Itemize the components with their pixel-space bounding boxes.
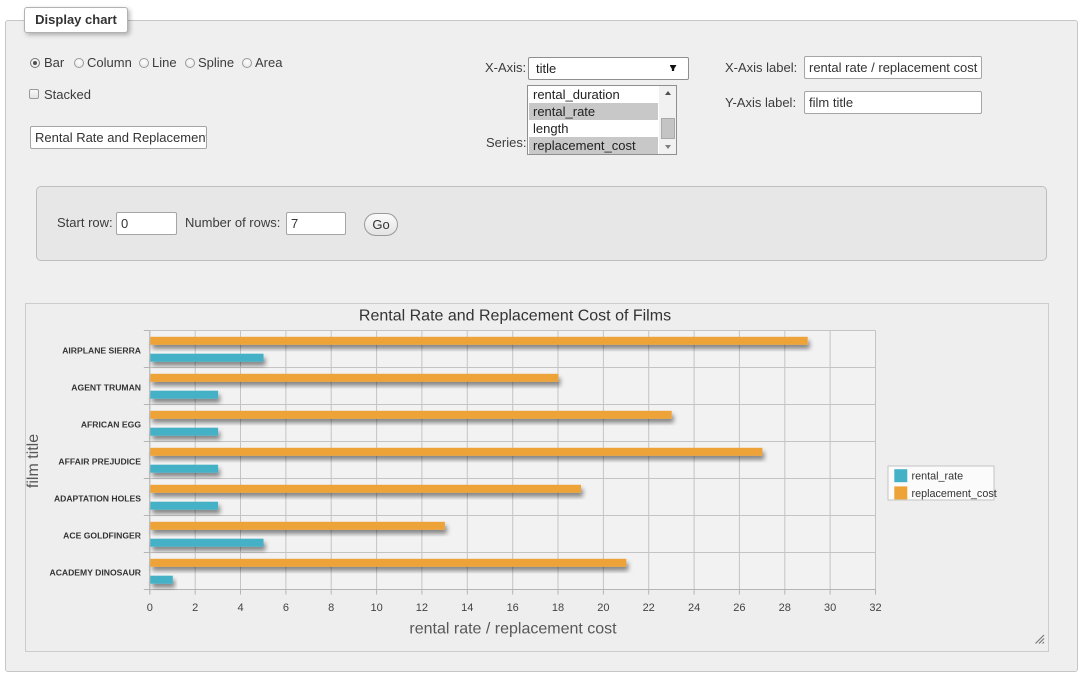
svg-text:32: 32 (869, 602, 881, 614)
svg-text:AGENT TRUMAN: AGENT TRUMAN (71, 383, 141, 393)
svg-text:6: 6 (283, 602, 289, 614)
svg-text:20: 20 (597, 602, 609, 614)
svg-text:18: 18 (552, 602, 564, 614)
svg-text:ACE GOLDFINGER: ACE GOLDFINGER (63, 531, 142, 541)
svg-text:Rental Rate and Replacement Co: Rental Rate and Replacement Cost of Film… (359, 308, 671, 325)
svg-text:4: 4 (237, 602, 243, 614)
svg-text:ADAPTATION HOLES: ADAPTATION HOLES (54, 494, 141, 504)
svg-text:10: 10 (370, 602, 382, 614)
svg-text:14: 14 (461, 602, 473, 614)
svg-text:AFFAIR PREJUDICE: AFFAIR PREJUDICE (58, 457, 141, 467)
svg-text:2: 2 (192, 602, 198, 614)
svg-text:12: 12 (416, 602, 428, 614)
svg-text:22: 22 (643, 602, 655, 614)
svg-text:26: 26 (733, 602, 745, 614)
svg-text:AIRPLANE SIERRA: AIRPLANE SIERRA (62, 346, 141, 356)
svg-text:0: 0 (147, 602, 153, 614)
svg-text:28: 28 (779, 602, 791, 614)
svg-text:replacement_cost: replacement_cost (912, 488, 997, 500)
svg-text:16: 16 (507, 602, 519, 614)
svg-text:24: 24 (688, 602, 700, 614)
svg-text:AFRICAN EGG: AFRICAN EGG (81, 420, 141, 430)
svg-text:8: 8 (328, 602, 334, 614)
svg-text:film title: film title (25, 434, 42, 488)
svg-text:ACADEMY DINOSAUR: ACADEMY DINOSAUR (49, 568, 141, 578)
svg-text:rental rate / replacement cost: rental rate / replacement cost (409, 620, 617, 637)
svg-text:30: 30 (824, 602, 836, 614)
svg-text:rental_rate: rental_rate (912, 471, 964, 483)
